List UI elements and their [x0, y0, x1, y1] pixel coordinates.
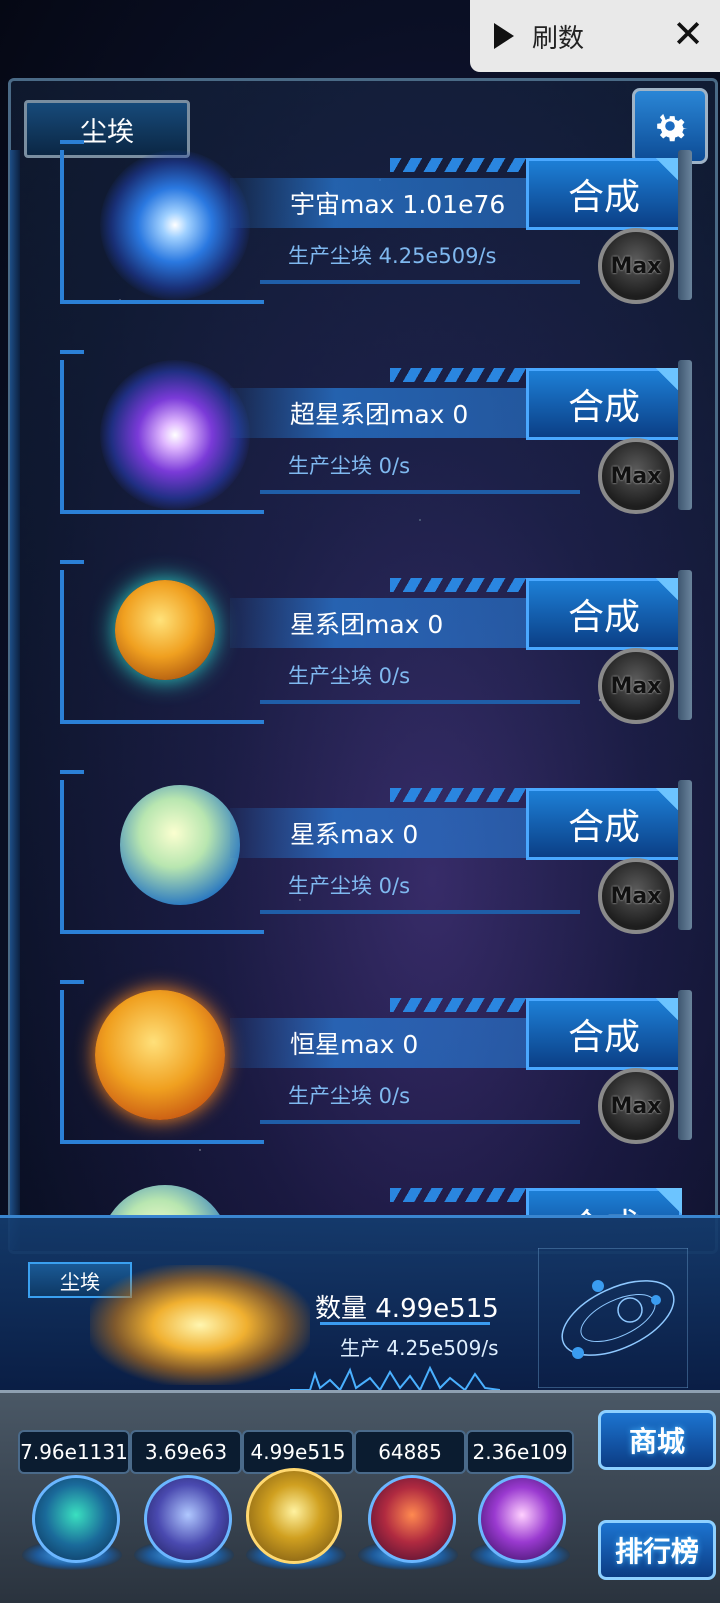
dust-orb-icon[interactable] — [246, 1468, 342, 1564]
shop-button[interactable]: 商城 — [598, 1410, 716, 1470]
row-production: 生产尘埃 0/s — [288, 664, 411, 688]
leaderboard-button[interactable]: 排行榜 — [598, 1520, 716, 1580]
synthesize-button[interactable]: 合成 — [526, 998, 682, 1070]
row-underline — [260, 700, 580, 704]
list-item: 宇宙max 1.01e76 生产尘埃 4.25e509/s 合成 Max — [60, 140, 700, 320]
blackhole-orb-icon[interactable] — [478, 1475, 566, 1563]
supercluster-icon — [100, 360, 250, 510]
brain-orb-icon[interactable] — [368, 1475, 456, 1563]
resource-count: 7.96e1131 — [18, 1430, 130, 1474]
lightning-orb-icon[interactable] — [144, 1475, 232, 1563]
row-underline — [260, 280, 580, 284]
list-item: 超星系团max 0 生产尘埃 0/s 合成 Max — [60, 350, 700, 530]
list-item: 星系团max 0 生产尘埃 0/s 合成 Max — [60, 560, 700, 740]
list-item: 恒星max 0 生产尘埃 0/s 合成 Max — [60, 980, 700, 1160]
row-production: 生产尘埃 4.25e509/s — [288, 244, 497, 268]
row-side-tab — [678, 570, 692, 720]
row-side-tab — [678, 990, 692, 1140]
row-underline — [260, 1120, 580, 1124]
molecule-orb-icon[interactable] — [32, 1475, 120, 1563]
row-production: 生产尘埃 0/s — [288, 454, 411, 478]
overlay-label[interactable]: 刷数 — [532, 18, 584, 55]
row-production: 生产尘埃 0/s — [288, 1084, 411, 1108]
synthesize-button[interactable]: 合成 — [526, 158, 682, 230]
script-overlay-bar: 刷数 ✕ — [470, 0, 720, 72]
synthesize-button[interactable]: 合成 — [526, 788, 682, 860]
max-button[interactable]: Max — [598, 648, 674, 724]
star-icon — [95, 990, 225, 1120]
max-button[interactable]: Max — [598, 438, 674, 514]
dust-rate: 生产 4.25e509/s — [340, 1336, 499, 1360]
max-button[interactable]: Max — [598, 1068, 674, 1144]
max-button[interactable]: Max — [598, 228, 674, 304]
row-side-tab — [678, 780, 692, 930]
universe-icon — [100, 150, 250, 300]
list-item: 合成 — [60, 1170, 700, 1215]
row-side-tab — [678, 360, 692, 510]
play-icon[interactable] — [494, 23, 514, 49]
left-rail — [10, 150, 20, 1250]
dust-amount: 数量 4.99e515 — [315, 1294, 499, 1324]
galaxy-cluster-icon — [115, 580, 215, 680]
row-production: 生产尘埃 0/s — [288, 874, 411, 898]
row-side-tab — [678, 150, 692, 300]
orbit-diagram-icon — [538, 1248, 688, 1388]
row-underline — [260, 910, 580, 914]
synthesize-button[interactable]: 合成 — [526, 368, 682, 440]
row-underline — [260, 490, 580, 494]
synthesize-button[interactable]: 合成 — [526, 578, 682, 650]
close-icon[interactable]: ✕ — [672, 14, 704, 54]
list-item: 星系max 0 生产尘埃 0/s 合成 Max — [60, 770, 700, 950]
planet-icon — [100, 1185, 230, 1215]
resource-count: 64885 — [354, 1430, 466, 1474]
synthesize-button[interactable]: 合成 — [526, 1188, 682, 1215]
dust-burst-icon — [90, 1265, 310, 1385]
resource-count: 2.36e109 — [466, 1430, 574, 1474]
resource-count: 3.69e63 — [130, 1430, 242, 1474]
panel-divider — [320, 1322, 490, 1325]
galaxy-icon — [120, 785, 240, 905]
max-button[interactable]: Max — [598, 858, 674, 934]
